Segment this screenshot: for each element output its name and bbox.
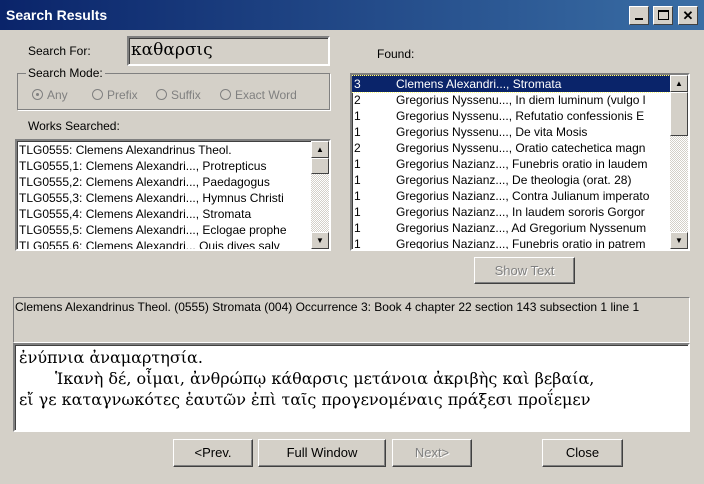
radio-selected-icon bbox=[32, 89, 43, 100]
list-item[interactable]: TLG0555,6: Clemens Alexandri... Quis div… bbox=[17, 238, 311, 249]
scroll-down-icon: ▼ bbox=[675, 236, 683, 245]
full-window-button[interactable]: Full Window bbox=[258, 439, 386, 467]
found-rows: 3 Clemens Alexandri..., Stromata 2 Gregoriu… bbox=[352, 75, 671, 251]
occurrence-count: 1 bbox=[354, 237, 361, 251]
found-row[interactable]: 2 Gregorius Nyssenu..., In diem luminum (… bbox=[352, 92, 670, 108]
scroll-down-button[interactable]: ▼ bbox=[311, 232, 329, 249]
mode-exact-word-radio[interactable]: Exact Word bbox=[220, 88, 297, 102]
occurrence-count: 2 bbox=[354, 141, 361, 155]
close-button[interactable]: Close bbox=[542, 439, 623, 467]
work-title: Gregorius Nazianz..., In laudem sororis … bbox=[396, 205, 645, 219]
search-mode-label: Search Mode: bbox=[26, 66, 105, 80]
found-row[interactable]: 1 Gregorius Nazianz..., De theologia (ora… bbox=[352, 172, 670, 188]
work-title: Gregorius Nazianz..., Funebris oratio in… bbox=[396, 237, 646, 251]
scroll-thumb[interactable] bbox=[311, 158, 329, 174]
list-item[interactable]: TLG0555,5: Clemens Alexandri..., Eclogae… bbox=[17, 222, 311, 238]
close-icon: ✕ bbox=[682, 8, 694, 23]
found-scrollbar[interactable]: ▲ ▼ bbox=[670, 75, 688, 249]
text-line: εἴ γε καταγνωκότες ἑαυτῶν ἐπὶ ταῖς προγε… bbox=[19, 390, 591, 409]
scroll-up-button[interactable]: ▲ bbox=[670, 75, 688, 92]
list-item[interactable]: TLG0555,4: Clemens Alexandri..., Stromat… bbox=[17, 206, 311, 222]
found-row[interactable]: 1 Gregorius Nyssenu..., Refutatio confess… bbox=[352, 108, 670, 124]
occurrence-count: 1 bbox=[354, 173, 361, 187]
mode-any-label: Any bbox=[47, 88, 68, 102]
radio-icon bbox=[92, 89, 103, 100]
found-row[interactable]: 1 Gregorius Nazianz..., Contra Julianum i… bbox=[352, 188, 670, 204]
minimize-icon bbox=[635, 18, 643, 20]
found-row[interactable]: 1 Gregorius Nyssenu..., De vita Mosis bbox=[352, 124, 670, 140]
list-item[interactable]: TLG0555,2: Clemens Alexandri..., Paedago… bbox=[17, 174, 311, 190]
work-title: Gregorius Nazianz..., Funebris oratio in… bbox=[396, 157, 648, 171]
works-searched-list[interactable]: TLG0555: Clemens Alexandrinus Theol. TLG… bbox=[15, 139, 331, 251]
found-row[interactable]: 1 Gregorius Nazianz..., Ad Gregorium Nyss… bbox=[352, 220, 670, 236]
work-title: Clemens Alexandri..., Stromata bbox=[396, 77, 562, 91]
occurrence-text-panel[interactable]: ἐνύπνια ἀναμαρτησία. Ἱκανὴ δέ, οἶμαι, ἀν… bbox=[13, 343, 690, 432]
work-title: Gregorius Nyssenu..., Refutatio confessi… bbox=[396, 109, 645, 123]
next-button[interactable]: Next> bbox=[392, 439, 472, 467]
occurrence-count: 1 bbox=[354, 221, 361, 235]
work-title: Gregorius Nyssenu..., In diem luminum (v… bbox=[396, 93, 646, 107]
maximize-icon bbox=[657, 10, 669, 20]
show-text-button[interactable]: Show Text bbox=[474, 257, 575, 284]
minimize-button[interactable] bbox=[629, 6, 649, 25]
radio-icon bbox=[220, 89, 231, 100]
list-item[interactable]: TLG0555: Clemens Alexandrinus Theol. bbox=[17, 142, 311, 158]
citation-panel: Clemens Alexandrinus Theol. (0555) Strom… bbox=[13, 297, 690, 343]
works-scrollbar[interactable]: ▲ ▼ bbox=[311, 141, 329, 249]
work-title: Gregorius Nyssenu..., Oratio catechetica… bbox=[396, 141, 646, 155]
mode-suffix-radio[interactable]: Suffix bbox=[156, 88, 201, 102]
window-title: Search Results bbox=[6, 7, 108, 23]
mode-prefix-label: Prefix bbox=[107, 88, 138, 102]
scroll-down-button[interactable]: ▼ bbox=[670, 232, 688, 249]
citation-text: Clemens Alexandrinus Theol. (0555) Strom… bbox=[15, 300, 640, 314]
text-line: ἐνύπνια ἀναμαρτησία. bbox=[19, 348, 203, 367]
found-row[interactable]: 2 Gregorius Nyssenu..., Oratio catechetic… bbox=[352, 140, 670, 156]
occurrence-count: 1 bbox=[354, 125, 361, 139]
found-list[interactable]: 3 Clemens Alexandri..., Stromata 2 Gregoriu… bbox=[350, 73, 690, 251]
mode-suffix-label: Suffix bbox=[171, 88, 201, 102]
scroll-up-icon: ▲ bbox=[675, 79, 683, 88]
list-item[interactable]: TLG0555,3: Clemens Alexandri..., Hymnus … bbox=[17, 190, 311, 206]
scroll-up-button[interactable]: ▲ bbox=[311, 141, 329, 158]
found-row[interactable]: 1 Gregorius Nazianz..., Funebris oratio i… bbox=[352, 236, 670, 251]
scroll-down-icon: ▼ bbox=[316, 236, 324, 245]
text-line: Ἱκανὴ δέ, οἶμαι, ἀνθρώπῳ κάθαρσις μετάνο… bbox=[55, 369, 595, 388]
search-mode-group: Search Mode: Any Prefix Suffix Exact Wor… bbox=[17, 66, 330, 110]
maximize-button[interactable] bbox=[653, 6, 673, 25]
scroll-thumb[interactable] bbox=[670, 92, 688, 136]
scroll-up-icon: ▲ bbox=[316, 145, 324, 154]
found-row[interactable]: 3 Clemens Alexandri..., Stromata bbox=[352, 75, 671, 93]
work-title: Gregorius Nazianz..., De theologia (orat… bbox=[396, 173, 632, 187]
radio-icon bbox=[156, 89, 167, 100]
occurrence-count: 1 bbox=[354, 109, 361, 123]
occurrence-count: 2 bbox=[354, 93, 361, 107]
close-window-button[interactable]: ✕ bbox=[678, 6, 698, 25]
works-rows: TLG0555: Clemens Alexandrinus Theol. TLG… bbox=[17, 142, 311, 249]
occurrence-count: 1 bbox=[354, 205, 361, 219]
found-row[interactable]: 1 Gregorius Nazianz..., Funebris oratio i… bbox=[352, 156, 670, 172]
search-for-label: Search For: bbox=[28, 44, 91, 58]
title-bar[interactable]: Search Results ✕ bbox=[0, 0, 704, 30]
search-term-value: καθαρσις bbox=[131, 40, 213, 60]
occurrence-count: 1 bbox=[354, 189, 361, 203]
mode-exact-word-label: Exact Word bbox=[235, 88, 297, 102]
greek-text: ἐνύπνια ἀναμαρτησία. Ἱκανὴ δέ, οἶμαι, ἀν… bbox=[19, 347, 594, 410]
works-searched-label: Works Searched: bbox=[28, 119, 120, 133]
mode-prefix-radio[interactable]: Prefix bbox=[92, 88, 138, 102]
mode-any-radio[interactable]: Any bbox=[32, 88, 68, 102]
work-title: Gregorius Nyssenu..., De vita Mosis bbox=[396, 125, 588, 139]
work-title: Gregorius Nazianz..., Contra Julianum im… bbox=[396, 189, 650, 203]
search-term-field: καθαρσις bbox=[127, 36, 330, 66]
found-label: Found: bbox=[377, 47, 415, 61]
work-title: Gregorius Nazianz..., Ad Gregorium Nysse… bbox=[396, 221, 647, 235]
found-row[interactable]: 1 Gregorius Nazianz..., In laudem sororis… bbox=[352, 204, 670, 220]
occurrence-count: 1 bbox=[354, 157, 361, 171]
occurrence-count: 3 bbox=[354, 77, 361, 91]
prev-button[interactable]: <Prev. bbox=[173, 439, 253, 467]
search-results-window: Search Results ✕ Search For: καθαρσις Se… bbox=[0, 0, 704, 484]
list-item[interactable]: TLG0555,1: Clemens Alexandri..., Protrep… bbox=[17, 158, 311, 174]
